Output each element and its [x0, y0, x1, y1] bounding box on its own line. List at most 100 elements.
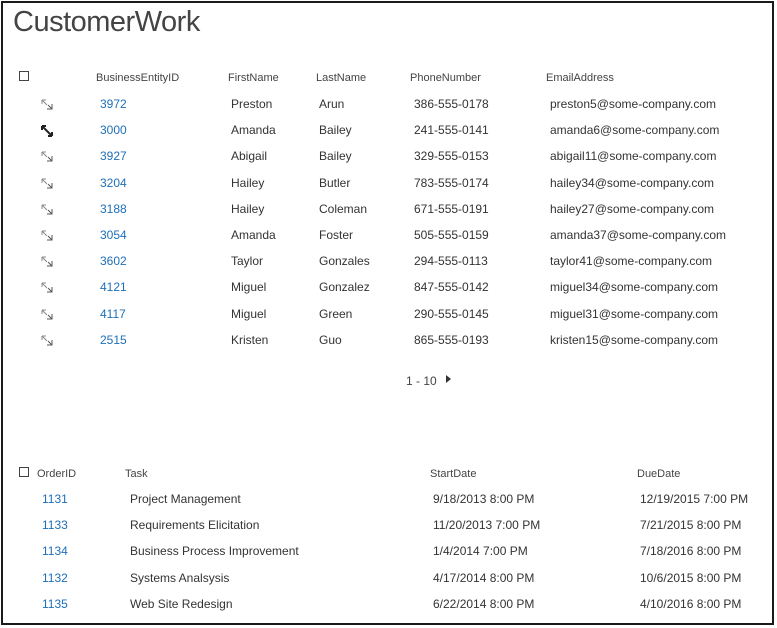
cell-order-id[interactable]: 1134 — [42, 544, 68, 558]
cell-email-address: hailey34@some-company.com — [550, 175, 715, 190]
customer-row[interactable]: 3000 Amanda Bailey 241-555-0141 amanda6@some… — [3, 122, 776, 148]
order-row[interactable]: 1135 Web Site Redesign 6/22/2014 8:00 PM 4/… — [3, 596, 776, 622]
cell-first-name: Preston — [231, 97, 273, 111]
expand-arrow-icon[interactable] — [41, 229, 53, 241]
cell-last-name: Coleman — [319, 201, 368, 216]
cell-start-date: 6/22/2014 8:00 PM — [433, 596, 535, 611]
customer-row[interactable]: 4121 Miguel Gonzalez 847-555-0142 miguel34@s… — [3, 279, 776, 305]
column-header-lastname[interactable]: LastName — [316, 72, 366, 84]
cell-last-name: Bailey — [319, 149, 352, 164]
column-header-duedate[interactable]: DueDate — [637, 468, 680, 480]
cell-business-entity-id[interactable]: 3972 — [100, 97, 127, 111]
customer-row[interactable]: 3188 Hailey Coleman 671-555-0191 hailey27@so… — [3, 201, 776, 227]
cell-phone-number: 865-555-0193 — [414, 332, 489, 347]
cell-task: Business Process Improvement — [130, 544, 299, 559]
cell-last-name: Bailey — [319, 123, 352, 138]
expand-arrow-icon[interactable] — [41, 124, 53, 138]
next-page-icon[interactable] — [446, 375, 451, 383]
cell-first-name: Amanda — [231, 228, 276, 242]
customer-row[interactable]: 3972 Preston Arun 386-555-0178 preston5@some… — [3, 96, 776, 122]
cell-order-id[interactable]: 1132 — [42, 571, 68, 585]
cell-due-date: 7/18/2016 8:00 PM — [640, 544, 742, 559]
column-header-businessentityid[interactable]: BusinessEntityID — [96, 72, 179, 84]
column-header-orderid[interactable]: OrderID — [37, 468, 76, 480]
cell-email-address: hailey27@some-company.com — [550, 201, 715, 216]
customer-row[interactable]: 3602 Taylor Gonzales 294-555-0113 taylor41@s… — [3, 253, 776, 279]
cell-task: Web Site Redesign — [130, 596, 233, 611]
column-header-firstname[interactable]: FirstName — [228, 72, 279, 84]
cell-business-entity-id[interactable]: 3927 — [100, 149, 127, 163]
customer-row[interactable]: 3927 Abigail Bailey 329-555-0153 abigail11@s… — [3, 148, 776, 174]
cell-business-entity-id[interactable]: 4121 — [100, 280, 127, 294]
cell-last-name: Guo — [319, 332, 342, 347]
cell-business-entity-id[interactable]: 3188 — [100, 202, 127, 216]
cell-business-entity-id[interactable]: 4117 — [100, 307, 126, 321]
cell-start-date: 1/4/2014 7:00 PM — [433, 544, 528, 559]
cell-last-name: Butler — [319, 175, 351, 190]
expand-arrow-icon[interactable] — [41, 98, 53, 110]
expand-arrow-icon[interactable] — [41, 255, 53, 267]
cell-task: Project Management — [130, 492, 241, 506]
cell-first-name: Abigail — [231, 149, 268, 164]
cell-email-address: preston5@some-company.com — [550, 97, 717, 111]
cell-start-date: 9/18/2013 8:00 PM — [433, 492, 535, 506]
column-header-phonenumber[interactable]: PhoneNumber — [410, 72, 481, 84]
select-all-orders-checkbox[interactable] — [19, 467, 29, 477]
expand-arrow-icon[interactable] — [41, 308, 53, 320]
cell-first-name: Hailey — [231, 175, 265, 190]
cell-email-address: amanda6@some-company.com — [550, 123, 720, 138]
cell-phone-number: 241-555-0141 — [414, 123, 489, 138]
cell-email-address: kristen15@some-company.com — [550, 332, 719, 347]
expand-arrow-icon[interactable] — [41, 203, 53, 215]
cell-email-address: miguel34@some-company.com — [550, 280, 719, 295]
cell-last-name: Gonzales — [319, 254, 370, 269]
cell-first-name: Miguel — [231, 280, 267, 295]
order-row[interactable]: 1131 Project Management 9/18/2013 8:00 PM 1… — [3, 491, 776, 517]
cell-order-id[interactable]: 1131 — [42, 492, 68, 506]
expand-arrow-icon[interactable] — [41, 150, 53, 162]
cell-phone-number: 290-555-0145 — [414, 306, 489, 321]
page-title: CustomerWork — [13, 6, 200, 38]
column-header-startdate[interactable]: StartDate — [430, 468, 476, 480]
cell-due-date: 12/19/2015 7:00 PM — [640, 492, 749, 506]
cell-order-id[interactable]: 1135 — [42, 597, 68, 611]
cell-phone-number: 329-555-0153 — [414, 149, 489, 164]
order-row[interactable]: 1132 Systems Analsysis 4/17/2014 8:00 PM 10… — [3, 570, 776, 596]
cell-email-address: abigail11@some-company.com — [550, 149, 717, 164]
cell-business-entity-id[interactable]: 3000 — [100, 123, 127, 137]
cell-first-name: Taylor — [231, 254, 264, 269]
customer-row[interactable]: 2515 Kristen Guo 865-555-0193 kristen15@some… — [3, 332, 776, 358]
cell-business-entity-id[interactable]: 2515 — [100, 333, 127, 347]
cell-email-address: taylor41@some-company.com — [550, 254, 713, 269]
cell-due-date: 10/6/2015 8:00 PM — [640, 570, 742, 585]
customer-row[interactable]: 3054 Amanda Foster 505-555-0159 amanda37@som… — [3, 227, 776, 253]
expand-arrow-icon[interactable] — [41, 281, 53, 293]
order-row[interactable]: 1133 Requirements Elicitation 11/20/2013 7… — [3, 517, 776, 543]
cell-start-date: 4/17/2014 8:00 PM — [433, 570, 535, 585]
column-header-task[interactable]: Task — [125, 468, 148, 480]
cell-business-entity-id[interactable]: 3602 — [100, 254, 127, 268]
select-all-customers-checkbox[interactable] — [19, 71, 29, 81]
cell-order-id[interactable]: 1133 — [42, 518, 68, 532]
cell-phone-number: 294-555-0113 — [414, 254, 488, 269]
cell-first-name: Amanda — [231, 123, 276, 138]
cell-task: Systems Analsysis — [130, 570, 230, 585]
cell-last-name: Foster — [319, 228, 354, 242]
cell-phone-number: 386-555-0178 — [414, 97, 489, 111]
pager-range: 1 - 10 — [406, 374, 437, 388]
cell-first-name: Hailey — [231, 201, 265, 216]
customer-row[interactable]: 4117 Miguel Green 290-555-0145 miguel31@some… — [3, 306, 776, 332]
cell-last-name: Green — [319, 306, 353, 321]
cell-due-date: 7/21/2015 8:00 PM — [640, 518, 742, 533]
cell-business-entity-id[interactable]: 3054 — [100, 228, 127, 242]
expand-arrow-icon[interactable] — [41, 334, 53, 346]
cell-business-entity-id[interactable]: 3204 — [100, 176, 127, 190]
order-row[interactable]: 1134 Business Process Improvement 1/4/2014… — [3, 543, 776, 569]
cell-due-date: 4/10/2016 8:00 PM — [640, 596, 742, 611]
column-header-emailaddress[interactable]: EmailAddress — [546, 72, 614, 84]
cell-email-address: miguel31@some-company.com — [550, 306, 719, 321]
cell-start-date: 11/20/2013 7:00 PM — [433, 518, 541, 533]
customer-row[interactable]: 3204 Hailey Butler 783-555-0174 hailey34@som… — [3, 175, 776, 201]
expand-arrow-icon[interactable] — [41, 177, 53, 189]
cell-first-name: Miguel — [231, 306, 267, 321]
